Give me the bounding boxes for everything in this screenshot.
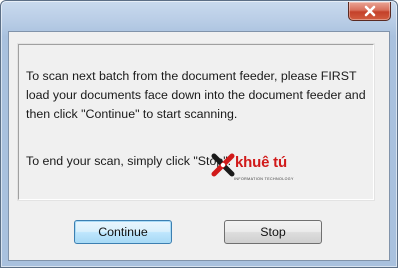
khue-tu-logo: khuê tú INFORMATION TECHNOLOGY — [211, 153, 311, 191]
stop-button-label: Stop — [260, 225, 286, 239]
continue-button-label: Continue — [98, 225, 148, 239]
message-line-2: To end your scan, simply click "Stop". — [26, 154, 232, 168]
message-line-1: To scan next batch from the document fee… — [26, 69, 366, 121]
title-bar[interactable] — [1, 1, 397, 31]
message-panel: To scan next batch from the document fee… — [18, 44, 374, 200]
message-text: To scan next batch from the document fee… — [26, 48, 372, 171]
logo-x-mark-icon — [211, 153, 235, 177]
logo-wordmark: khuê tú — [235, 154, 287, 171]
continue-button[interactable]: Continue — [74, 220, 172, 244]
logo-tagline: INFORMATION TECHNOLOGY — [234, 177, 294, 181]
close-icon — [364, 5, 375, 17]
stop-button[interactable]: Stop — [224, 220, 322, 244]
close-button[interactable] — [348, 2, 391, 21]
dialog-client-area: To scan next batch from the document fee… — [8, 31, 390, 261]
scan-dialog-window: To scan next batch from the document fee… — [0, 0, 398, 268]
